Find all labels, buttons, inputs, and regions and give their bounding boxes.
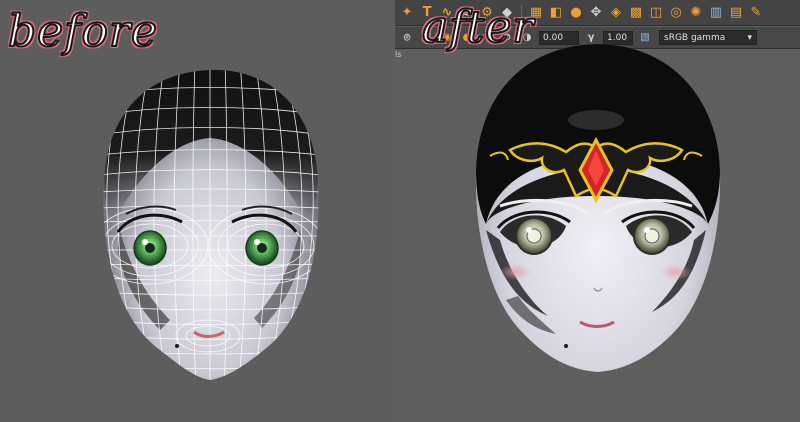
after-head-model[interactable] (475, 44, 721, 372)
comparison-stage: ✦ T ∿ ↻ ⚙ ◆ ▦ ◧ ● ✥ ◈ ▩ ◫ ◎ ✺ ▥ ▤ ✎ ⌾ ▣ … (0, 0, 800, 422)
after-label: after (421, 1, 535, 54)
viewport-artwork (92, 44, 721, 390)
before-label: before (7, 5, 159, 58)
before-head-model[interactable] (92, 60, 324, 390)
